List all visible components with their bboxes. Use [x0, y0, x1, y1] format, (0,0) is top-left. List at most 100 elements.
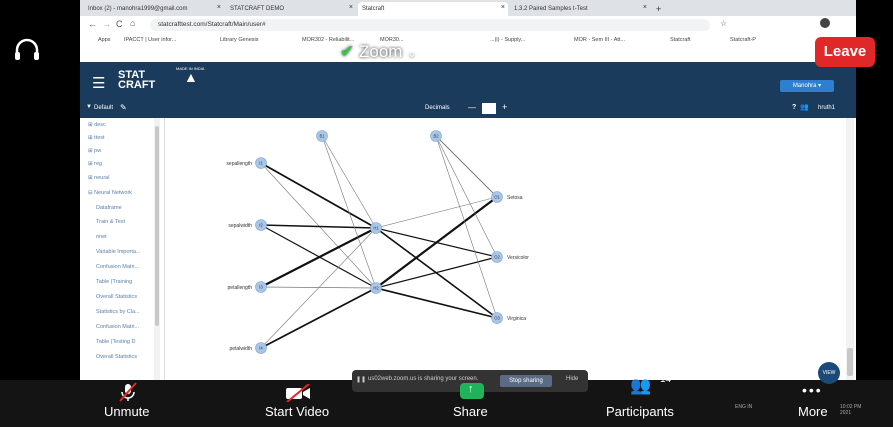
node-id: H2 [373, 286, 379, 291]
help-icon[interactable]: ? [792, 104, 796, 111]
bookmark-statcraft-p[interactable]: Statcraft-P [730, 37, 756, 43]
close-icon[interactable]: × [349, 4, 353, 11]
network-edge [375, 196, 498, 289]
bookmark-apps[interactable]: Apps [98, 37, 111, 43]
share-arrow-icon[interactable]: ↑ [460, 383, 484, 399]
sidebar-item[interactable]: Confusion Matri... [96, 324, 139, 330]
bookmarks-bar: Apps IPACCT | User infor... Library Gene… [80, 34, 856, 49]
tab-inbox[interactable]: Inbox (2) - manohra1999@gmail.com × [84, 2, 224, 16]
sidebar-group[interactable]: ⊞ neural [88, 175, 109, 181]
sidebar-item-label: Overall Statistics [96, 354, 137, 360]
hamburger-menu-icon[interactable]: ☰ [92, 74, 105, 92]
more-button[interactable]: ••• More [798, 382, 828, 419]
default-label[interactable]: Default [94, 105, 113, 111]
sidebar-item-label: Confusion Matri... [96, 324, 140, 330]
network-node: O3 Virginica [491, 312, 526, 324]
sidebar-item[interactable]: Train & Test [96, 219, 125, 225]
decimals-plus-button[interactable]: + [502, 102, 507, 112]
network-node: O1 Setosa [491, 191, 523, 203]
decimals-minus-button[interactable]: — [468, 103, 476, 112]
main-scrollbar[interactable] [846, 118, 854, 380]
node-id: H1 [373, 226, 379, 231]
sidebar-group[interactable]: ⊟ Neural Network [88, 190, 132, 196]
bookmark-library-genesis[interactable]: Library Genesis [220, 37, 259, 43]
close-icon[interactable]: × [643, 4, 647, 11]
user-menu-button[interactable]: Manohra ▾ [780, 80, 834, 92]
sidebar-item[interactable]: Dataframe [96, 205, 122, 211]
leave-button[interactable]: Leave [815, 37, 875, 67]
network-node: H1 [370, 222, 382, 234]
participants-icon: 👥 [630, 376, 652, 395]
filter-icon[interactable]: ▼ [86, 104, 92, 110]
tab-label: STATCRAFT DEMO [230, 6, 284, 12]
unmute-button[interactable]: Unmute [104, 382, 150, 419]
logo-line-2: CRAFT [118, 79, 156, 91]
tab-statcraft[interactable]: Statcraft × [358, 2, 508, 16]
share-button[interactable]: Share [453, 404, 488, 419]
home-icon[interactable]: ⌂ [130, 18, 135, 28]
forward-icon[interactable]: → [102, 19, 111, 29]
app-header: ☰ STAT CRAFT MADE IN INDIA ▲ Manohra ▾ [80, 62, 856, 100]
sidebar-scrollbar[interactable] [154, 118, 160, 380]
hide-button[interactable]: Hide [566, 376, 578, 382]
zoom-shield-icon: ✔ [340, 42, 355, 61]
reload-icon[interactable]: C [116, 19, 123, 29]
sidebar-group[interactable]: ⊞ pw [88, 148, 101, 154]
sidebar-group[interactable]: ⊞ ttest [88, 135, 105, 141]
sidebar-item[interactable]: Statistics by Cla... [96, 309, 140, 315]
shared-screen: Inbox (2) - manohra1999@gmail.com × STATC… [80, 0, 856, 427]
node-label: petallength [228, 285, 253, 291]
network-edge [375, 256, 498, 289]
decimals-input[interactable] [482, 103, 496, 114]
bookmark-mor-sem[interactable]: MOR - Sem III - Att... [574, 37, 625, 43]
bookmark-ipacct[interactable]: IPACCT | User infor... [124, 37, 176, 43]
view-button[interactable]: VIEW [818, 362, 840, 384]
sidebar-item[interactable]: Overall Statistics [96, 294, 137, 300]
edit-icon[interactable]: ✎ [120, 103, 127, 112]
bookmark-statcraft[interactable]: Statcraft [670, 37, 690, 43]
close-icon[interactable]: × [217, 4, 221, 11]
statcraft-logo: STAT CRAFT [118, 70, 156, 91]
close-icon[interactable]: × [501, 4, 505, 11]
zoom-title-text: Zoom [358, 42, 403, 61]
tab-label: Inbox (2) - manohra1999@gmail.com [88, 6, 188, 12]
sidebar-item[interactable]: Variable Importa... [96, 249, 141, 255]
node-label: Setosa [507, 195, 523, 201]
participants-button[interactable]: 👥 14 Participants [606, 374, 674, 419]
start-video-button[interactable]: Start Video [265, 384, 329, 419]
sidebar-item[interactable]: Table (Training [96, 279, 132, 285]
scroll-thumb[interactable] [155, 126, 159, 326]
url-field[interactable]: statcrafttest.com/Statcraft/Main/user# [150, 19, 710, 31]
tab-paired-ttest[interactable]: 1.3.2 Paired Samples t-Test × [510, 2, 650, 16]
back-icon[interactable]: ← [88, 19, 97, 29]
sidebar-group[interactable]: ⊞ desc [88, 122, 106, 128]
muted-mic-icon [119, 382, 137, 402]
scroll-thumb[interactable] [847, 348, 853, 376]
sidebar-group[interactable]: ⊞ reg [88, 161, 102, 167]
pause-icon[interactable]: ❚❚ [356, 376, 366, 383]
badge-text: MADE IN INDIA [176, 66, 205, 71]
node-id: B2 [433, 134, 439, 139]
chevron-down-icon: ⌄ [407, 48, 417, 60]
more-dots-icon: ••• [802, 382, 823, 398]
node-id: O2 [494, 255, 500, 260]
sidebar-item-label: Neural Network [94, 190, 133, 196]
tab-statcraft-demo[interactable]: STATCRAFT DEMO × [226, 2, 356, 16]
network-edge [321, 135, 377, 229]
share-label: Share [453, 404, 488, 419]
sidebar-item[interactable]: Table (Testing D [96, 339, 135, 345]
star-icon[interactable]: ☆ [720, 19, 727, 28]
profile-avatar[interactable] [820, 18, 830, 28]
new-tab-button[interactable]: + [652, 2, 666, 16]
toolbar-user[interactable]: hruth1 [818, 105, 835, 111]
sidebar-item[interactable]: nnet [96, 234, 107, 240]
bookmark-supply[interactable]: ...(i) - Supply... [490, 37, 525, 43]
stop-sharing-button[interactable]: Stop sharing [500, 375, 552, 387]
zoom-title[interactable]: ✔ Zoom ⌄ [340, 42, 416, 62]
sidebar-item[interactable]: Confusion Matri... [96, 264, 139, 270]
network-node: O2 Versicolor [491, 251, 529, 263]
sidebar-item[interactable]: Overall Statistics [96, 354, 137, 360]
sidebar-item-label: nnet [96, 234, 107, 240]
audio-headset-icon[interactable] [12, 38, 42, 64]
sidebar-item-label: Overall Statistics [96, 294, 137, 300]
